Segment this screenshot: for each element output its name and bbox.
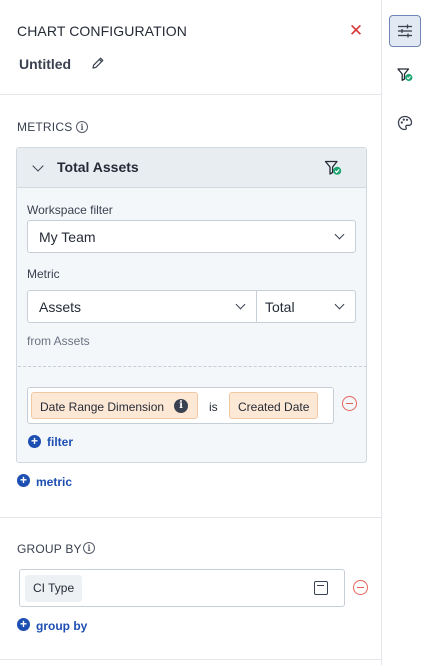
palette-icon bbox=[397, 115, 413, 131]
add-metric-link[interactable]: metric bbox=[36, 475, 72, 489]
metric-select[interactable]: Assets bbox=[27, 290, 257, 323]
workspace-filter-value: My Team bbox=[39, 229, 96, 245]
filter-check-icon bbox=[397, 68, 413, 82]
plus-circle-icon[interactable]: + bbox=[17, 474, 30, 487]
metric-title: Total Assets bbox=[57, 159, 139, 175]
filter-value-chip[interactable]: Created Date bbox=[229, 392, 318, 419]
pencil-icon[interactable] bbox=[91, 56, 105, 70]
chevron-down-icon bbox=[334, 229, 345, 240]
filter-dimension: Date Range Dimension bbox=[40, 400, 165, 414]
metric-source-text: from Assets bbox=[27, 334, 90, 348]
remove-group-icon[interactable] bbox=[353, 580, 368, 595]
add-filter-link[interactable]: filter bbox=[47, 435, 73, 449]
chevron-down-icon bbox=[334, 299, 345, 310]
chevron-down-icon bbox=[235, 299, 246, 310]
panel-icon[interactable] bbox=[314, 581, 328, 595]
chart-name[interactable]: Untitled bbox=[19, 56, 71, 72]
chart-config-panel: CHART CONFIGURATION ✕ Untitled METRICS i… bbox=[0, 0, 382, 665]
group-by-chip[interactable]: CI Type bbox=[25, 575, 83, 602]
filter-row: Date Range Dimension i is Created Date bbox=[27, 387, 334, 424]
aggregation-value: Total bbox=[265, 299, 295, 315]
group-by-section-label: GROUP BY bbox=[17, 542, 82, 556]
remove-filter-icon[interactable] bbox=[342, 396, 357, 411]
metric-label: Metric bbox=[27, 267, 60, 281]
panel-title: CHART CONFIGURATION bbox=[17, 23, 187, 39]
plus-circle-icon[interactable]: + bbox=[17, 618, 30, 631]
info-icon[interactable]: i bbox=[83, 542, 95, 554]
panel-header: CHART CONFIGURATION ✕ Untitled bbox=[0, 0, 382, 95]
filter-value: Created Date bbox=[238, 400, 310, 414]
metric-card: Total Assets Workspace filter My Team Me… bbox=[16, 147, 367, 463]
metric-card-header[interactable]: Total Assets bbox=[17, 148, 366, 188]
info-icon[interactable]: i bbox=[76, 121, 88, 133]
metric-value: Assets bbox=[39, 299, 82, 315]
filter-operator[interactable]: is bbox=[209, 400, 218, 414]
metrics-section-label: METRICS bbox=[17, 120, 73, 134]
plus-circle-icon[interactable]: + bbox=[28, 435, 41, 448]
sliders-icon bbox=[398, 24, 412, 38]
aggregation-select[interactable]: Total bbox=[256, 290, 356, 323]
workspace-filter-select[interactable]: My Team bbox=[27, 220, 356, 253]
section-divider bbox=[0, 517, 382, 518]
rail-style-button[interactable] bbox=[389, 107, 421, 139]
close-icon[interactable]: ✕ bbox=[347, 22, 365, 40]
section-divider bbox=[0, 659, 382, 660]
add-group-by-link[interactable]: group by bbox=[36, 619, 87, 633]
info-icon[interactable]: i bbox=[174, 399, 188, 413]
rail-settings-button[interactable] bbox=[389, 15, 421, 47]
chevron-down-icon[interactable] bbox=[32, 160, 44, 172]
rail-filter-button[interactable] bbox=[389, 59, 421, 91]
group-by-row: CI Type bbox=[19, 569, 345, 607]
filter-check-icon[interactable] bbox=[324, 159, 342, 177]
workspace-filter-label: Workspace filter bbox=[27, 203, 113, 217]
config-rail bbox=[382, 0, 429, 665]
filter-dimension-chip[interactable]: Date Range Dimension i bbox=[31, 392, 198, 419]
dashed-divider bbox=[18, 366, 367, 367]
